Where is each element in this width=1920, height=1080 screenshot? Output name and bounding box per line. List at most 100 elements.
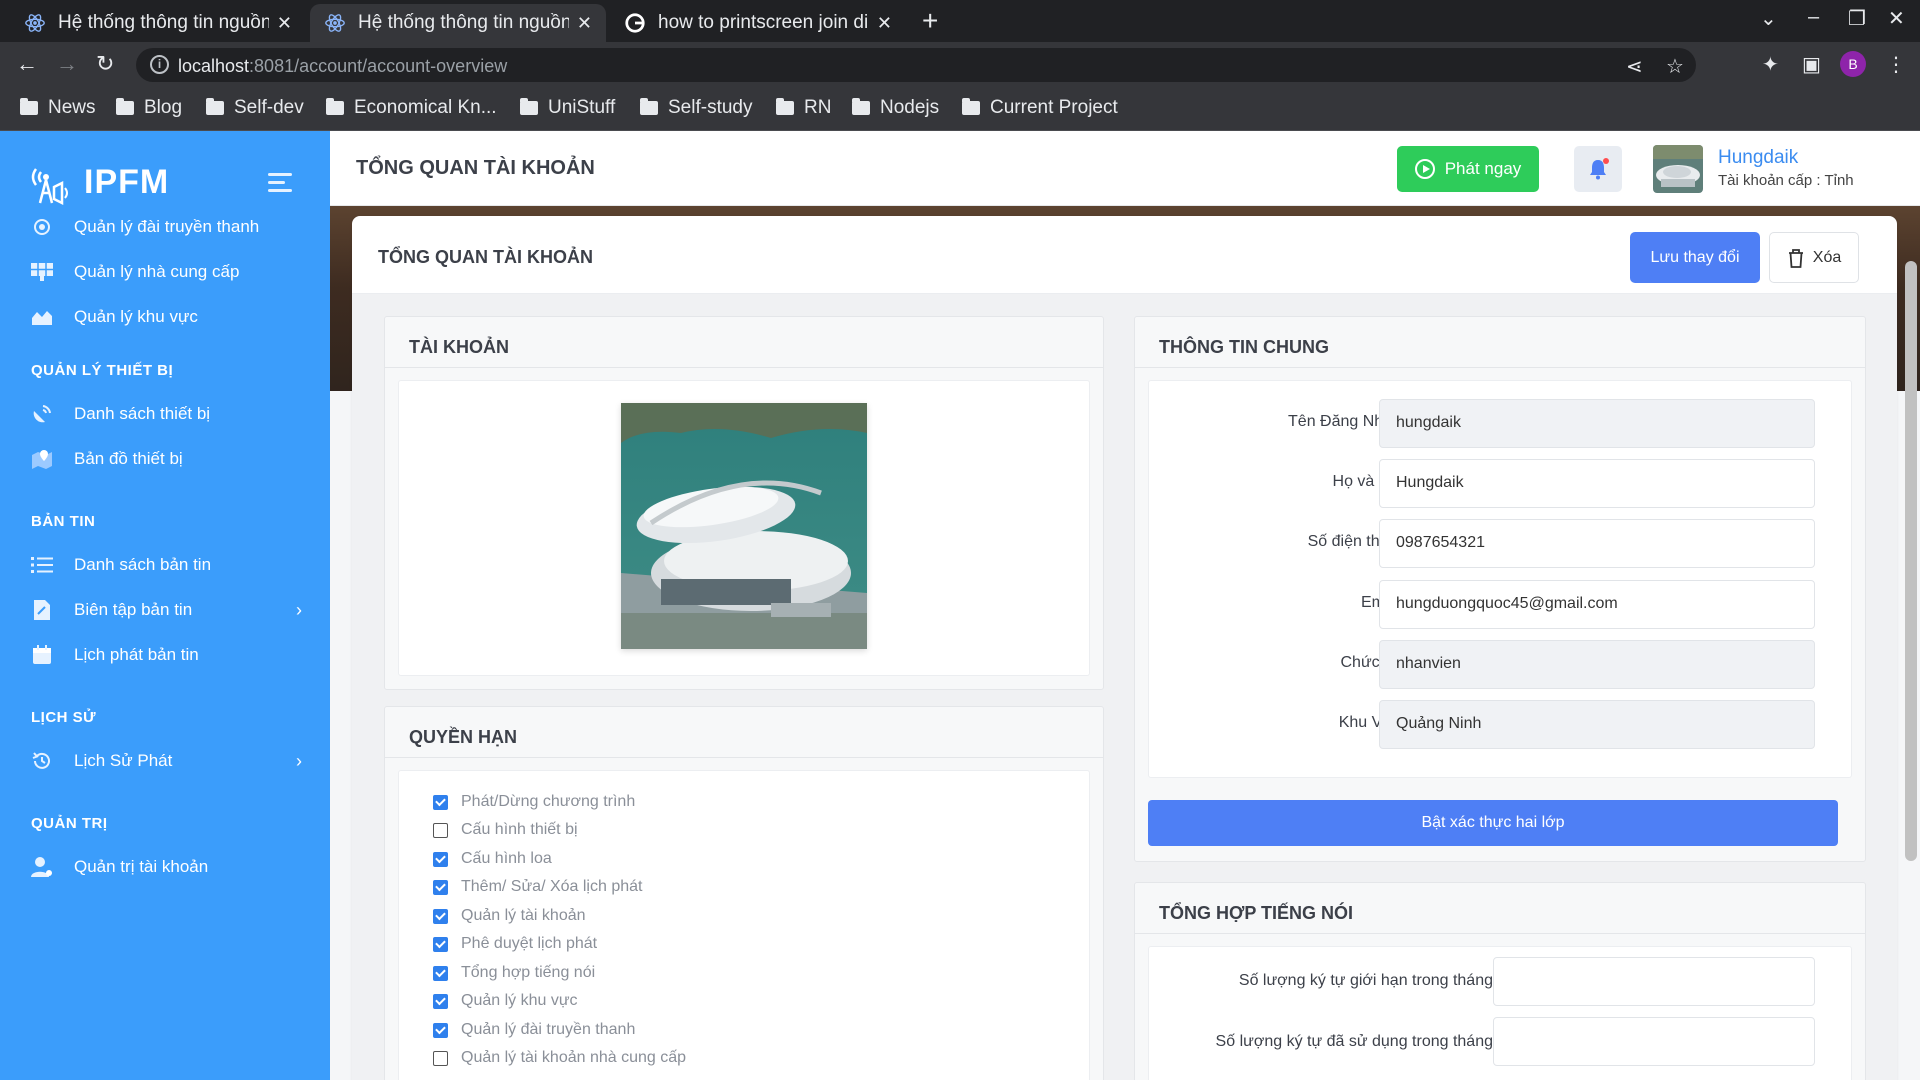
profile-avatar[interactable]: B: [1840, 51, 1866, 77]
bookmark-folder[interactable]: Self-dev: [206, 97, 304, 119]
minimize-icon[interactable]: –: [1808, 6, 1819, 29]
browser-tab[interactable]: how to printscreen join di ✕: [610, 4, 906, 42]
share-icon[interactable]: ⋖: [1626, 54, 1643, 79]
new-tab-icon[interactable]: +: [922, 6, 938, 36]
phone-field[interactable]: 0987654321: [1379, 519, 1815, 568]
checkbox-checked[interactable]: [433, 851, 448, 867]
sidebar-item-radio-stations[interactable]: Quản lý đài truyền thanh: [30, 216, 302, 238]
window-close-icon[interactable]: ✕: [1888, 6, 1905, 31]
char-used-field[interactable]: [1493, 1017, 1815, 1066]
fullname-field[interactable]: Hungdaik: [1379, 459, 1815, 508]
bookmarks-bar: News Blog Self-dev Economical Kn... UniS…: [0, 88, 1920, 131]
sidebar-item-device-map[interactable]: Bản đồ thiết bị: [30, 448, 302, 470]
permission-checkbox[interactable]: Cấu hình loa: [433, 850, 552, 868]
reload-icon[interactable]: ↻: [96, 52, 114, 76]
section-title-devices: QUẢN LÝ THIẾT BỊ: [31, 362, 174, 379]
radio-tower-icon: [30, 216, 54, 238]
folder-icon: [640, 98, 658, 115]
solar-panel-icon: [30, 261, 54, 283]
browser-tab[interactable]: Hệ thống thông tin nguồn ✕: [10, 4, 306, 42]
checkbox-unchecked[interactable]: [433, 1050, 448, 1066]
account-avatar-image[interactable]: [621, 403, 867, 649]
bookmark-star-icon[interactable]: ☆: [1666, 54, 1684, 79]
checkbox-checked[interactable]: [433, 879, 448, 895]
email-field[interactable]: hungduongquoc45@gmail.com: [1379, 580, 1815, 629]
page-scrollbar[interactable]: [1905, 261, 1917, 861]
permission-checkbox[interactable]: Quản lý tài khoản: [433, 907, 586, 925]
checkbox-checked[interactable]: [433, 965, 448, 981]
checkbox-checked[interactable]: [433, 993, 448, 1009]
close-icon[interactable]: ✕: [277, 13, 292, 34]
play-now-button[interactable]: Phát ngay: [1397, 146, 1539, 192]
tab-search-icon[interactable]: ⌄: [1760, 6, 1777, 31]
bookmark-folder[interactable]: News: [20, 97, 96, 119]
permission-checkbox[interactable]: Phát/Dừng chương trình: [433, 793, 635, 811]
sidebar-item-account-admin[interactable]: Quản trị tài khoản: [30, 856, 302, 878]
menu-kebab-icon[interactable]: ⋮: [1886, 52, 1906, 77]
browser-tab-active[interactable]: Hệ thống thông tin nguồn ✕: [310, 4, 606, 42]
edit-document-icon: [30, 599, 54, 621]
card-header: TỔNG QUAN TÀI KHOẢN Lưu thay đổi Xóa: [352, 216, 1897, 294]
panel-divider: [385, 367, 1103, 368]
char-limit-field[interactable]: [1493, 957, 1815, 1006]
bookmark-folder[interactable]: Economical Kn...: [326, 97, 497, 119]
info-icon[interactable]: i: [150, 55, 169, 74]
extensions-icon[interactable]: ✦: [1762, 52, 1779, 77]
permission-checkbox[interactable]: Cấu hình thiết bị: [433, 821, 578, 839]
form-row-phone: Số điện thoại 0987654321: [1149, 519, 1851, 568]
sidebar-item-bulletin-schedule[interactable]: Lịch phát bản tin: [30, 644, 302, 666]
permission-checkbox[interactable]: Thêm/ Sửa/ Xóa lịch phát: [433, 878, 642, 896]
section-title-history: LỊCH SỬ: [31, 709, 97, 726]
permission-checkbox[interactable]: Phê duyệt lịch phát: [433, 935, 597, 953]
user-name[interactable]: Hungdaik: [1718, 147, 1798, 169]
bookmark-folder[interactable]: Blog: [116, 97, 182, 119]
restore-icon[interactable]: ❐: [1848, 6, 1866, 31]
checkbox-unchecked[interactable]: [433, 822, 448, 838]
permissions-panel: QUYỀN HẠN Phát/Dừng chương trình Cấu hìn…: [384, 706, 1104, 1080]
checkbox-checked[interactable]: [433, 908, 448, 924]
checkbox-checked[interactable]: [433, 1022, 448, 1038]
url-text[interactable]: localhost:8081/account/account-overview: [178, 56, 507, 77]
checkbox-checked[interactable]: [433, 794, 448, 810]
sidebar-item-providers[interactable]: Quản lý nhà cung cấp: [30, 261, 302, 283]
menu-toggle-icon[interactable]: [268, 173, 292, 197]
sidebar-item-bulletin-editor[interactable]: Biên tập bản tin ›: [30, 599, 302, 621]
permission-checkbox[interactable]: Tổng hợp tiếng nói: [433, 964, 595, 982]
list-icon: [30, 554, 54, 576]
bookmark-folder[interactable]: Nodejs: [852, 97, 939, 119]
folder-icon: [962, 98, 980, 115]
brand[interactable]: IPFM: [26, 159, 169, 205]
back-icon[interactable]: ←: [16, 52, 38, 76]
forward-icon[interactable]: →: [56, 52, 78, 76]
save-changes-button[interactable]: Lưu thay đổi: [1630, 232, 1760, 283]
sidebar-item-areas[interactable]: Quản lý khu vực: [30, 306, 302, 328]
close-icon[interactable]: ✕: [877, 13, 892, 34]
enable-two-factor-button[interactable]: Bật xác thực hai lớp: [1148, 800, 1838, 846]
app-root: IPFM Quản lý đài truyền thanh Quản lý nh…: [0, 131, 1920, 1080]
close-icon[interactable]: ✕: [577, 13, 592, 34]
permission-checkbox[interactable]: Quản lý đài truyền thanh: [433, 1021, 635, 1039]
card-body: TÀI KHOẢN QUYỀN HẠN Phát/Dừng chương trì…: [352, 294, 1897, 1080]
delete-button[interactable]: Xóa: [1769, 232, 1859, 283]
sidebar-item-bulletin-list[interactable]: Danh sách bản tin: [30, 554, 302, 576]
speech-synthesis-panel: TỔNG HỢP TIẾNG NÓI Số lượng ký tự giới h…: [1134, 882, 1866, 1080]
sidebar-item-device-list[interactable]: Danh sách thiết bị: [30, 403, 302, 425]
tab-title: Hệ thống thông tin nguồn: [358, 12, 569, 33]
checkbox-checked[interactable]: [433, 936, 448, 952]
form-row-position: Chức vụ nhanvien: [1149, 640, 1851, 689]
bookmark-folder[interactable]: UniStuff: [520, 97, 615, 119]
side-panel-icon[interactable]: ▣: [1802, 52, 1821, 77]
trash-icon: [1788, 248, 1803, 268]
bookmark-folder[interactable]: Self-study: [640, 97, 752, 119]
bookmark-folder[interactable]: Current Project: [962, 97, 1118, 119]
avatar-container: [398, 380, 1090, 676]
sidebar-item-broadcast-history[interactable]: Lịch Sử Phát ›: [30, 750, 302, 772]
form-row-area: Khu Vực Quảng Ninh: [1149, 700, 1851, 749]
permission-checkbox[interactable]: Quản lý tài khoản nhà cung cấp: [433, 1049, 686, 1067]
permission-checkbox[interactable]: Quản lý khu vực: [433, 992, 578, 1010]
area-field: Quảng Ninh: [1379, 700, 1815, 749]
address-bar[interactable]: i localhost:8081/account/account-overvie…: [136, 48, 1696, 82]
bookmark-folder[interactable]: RN: [776, 97, 831, 119]
avatar[interactable]: [1653, 145, 1703, 193]
notifications-button[interactable]: [1574, 146, 1622, 192]
